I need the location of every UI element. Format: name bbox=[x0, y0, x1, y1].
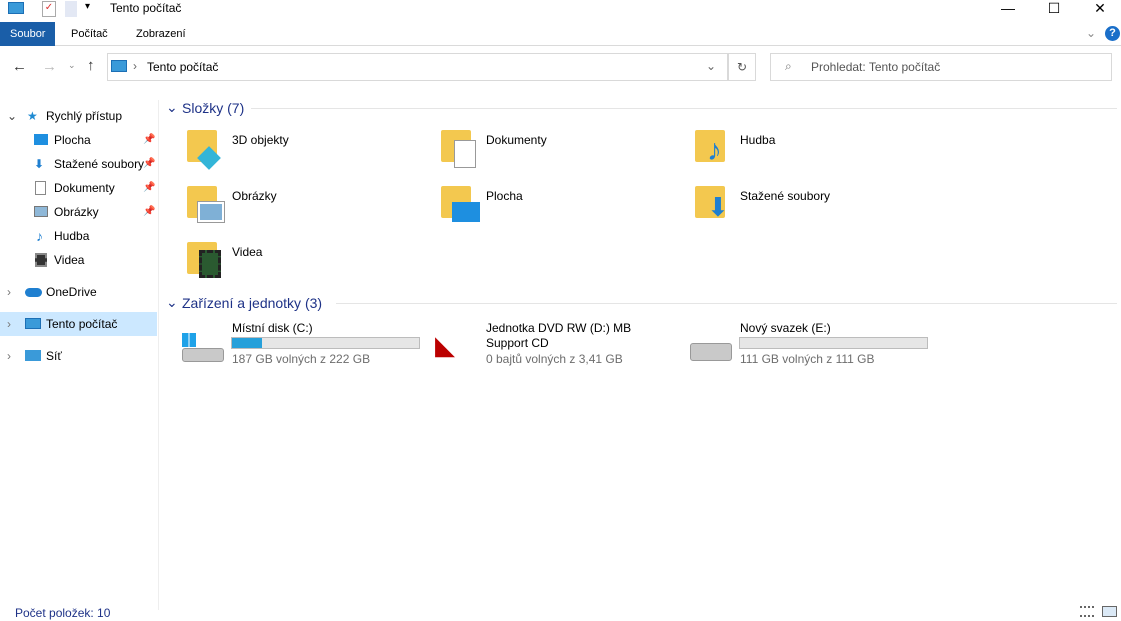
folders-heading[interactable]: Složky (7) bbox=[182, 100, 244, 116]
search-placeholder: Prohledat: Tento počítač bbox=[811, 60, 941, 74]
tab-computer[interactable]: Počítač bbox=[61, 22, 118, 46]
download-icon: ⬇ bbox=[707, 192, 729, 222]
video-icon bbox=[35, 253, 47, 267]
pin-icon[interactable]: 📌 bbox=[143, 152, 155, 176]
network-icon bbox=[25, 350, 41, 361]
document-icon bbox=[454, 140, 476, 168]
drive-usage-bar bbox=[739, 337, 928, 349]
video-icon bbox=[199, 250, 221, 278]
pin-icon[interactable]: 📌 bbox=[143, 128, 155, 152]
up-button[interactable]: ↑ bbox=[87, 57, 95, 74]
nav-onedrive[interactable]: › OneDrive bbox=[0, 280, 157, 304]
search-icon: ⌕ bbox=[785, 59, 792, 73]
cloud-icon bbox=[25, 288, 42, 297]
new-folder-icon[interactable] bbox=[65, 1, 77, 17]
pin-icon[interactable]: 📌 bbox=[143, 176, 155, 200]
tab-view[interactable]: Zobrazení bbox=[126, 22, 196, 46]
desktop-icon bbox=[34, 134, 48, 145]
nav-this-pc[interactable]: › Tento počítač bbox=[0, 312, 157, 336]
properties-icon[interactable]: ✓ bbox=[42, 1, 56, 17]
drives-heading[interactable]: Zařízení a jednotky (3) bbox=[182, 295, 322, 311]
section-toggle-icon[interactable]: ⌄ bbox=[166, 99, 178, 116]
recent-locations-button[interactable]: ⌄ bbox=[68, 60, 76, 71]
tab-file[interactable]: Soubor bbox=[0, 22, 56, 46]
forward-button[interactable]: → bbox=[42, 58, 57, 75]
star-icon: ★ bbox=[27, 109, 38, 123]
computer-icon bbox=[111, 60, 127, 72]
section-toggle-icon[interactable]: ⌄ bbox=[166, 294, 178, 311]
computer-icon bbox=[25, 318, 41, 329]
document-icon bbox=[35, 181, 46, 195]
navigation-pane: ⌄ ★ Rychlý přístup Plocha 📌 ⬇ Stažené soubor… bbox=[0, 100, 159, 610]
music-icon: ♪ bbox=[707, 134, 722, 167]
search-input[interactable]: ⌕ Prohledat: Tento počítač bbox=[770, 53, 1112, 81]
back-button[interactable]: ← bbox=[12, 58, 27, 75]
nav-quick-access[interactable]: ⌄ ★ Rychlý přístup bbox=[0, 104, 157, 128]
hard-drive-icon bbox=[690, 343, 732, 361]
nav-videos[interactable]: Videa bbox=[0, 248, 157, 272]
maximize-button[interactable]: ☐ bbox=[1031, 0, 1077, 20]
large-icons-view-button[interactable] bbox=[1102, 606, 1117, 617]
hard-drive-icon bbox=[182, 348, 224, 362]
picture-icon bbox=[197, 201, 225, 223]
close-button[interactable]: ✕ bbox=[1077, 0, 1121, 20]
address-bar[interactable]: › Tento počítač ⌄ bbox=[107, 53, 728, 81]
windows-logo-icon bbox=[182, 333, 196, 347]
nav-documents[interactable]: Dokumenty 📌 bbox=[0, 176, 157, 200]
picture-icon bbox=[34, 206, 48, 217]
help-icon[interactable]: ? bbox=[1105, 26, 1120, 41]
pin-icon[interactable]: 📌 bbox=[143, 200, 155, 224]
breadcrumb-separator-icon: › bbox=[133, 59, 137, 73]
refresh-button[interactable]: ↻ bbox=[728, 53, 756, 81]
nav-network[interactable]: › Síť bbox=[0, 344, 157, 368]
nav-downloads[interactable]: ⬇ Stažené soubory 📌 bbox=[0, 152, 157, 176]
item-count: Počet položek: 10 bbox=[15, 606, 111, 620]
details-view-button[interactable] bbox=[1080, 606, 1094, 617]
nav-desktop[interactable]: Plocha 📌 bbox=[0, 128, 157, 152]
rog-logo-icon: ◣ bbox=[435, 330, 455, 360]
minimize-button[interactable]: — bbox=[985, 0, 1031, 20]
music-icon: ♪ bbox=[36, 228, 43, 244]
nav-music[interactable]: ♪ Hudba bbox=[0, 224, 157, 248]
address-dropdown-icon[interactable]: ⌄ bbox=[706, 59, 716, 73]
expand-ribbon-icon[interactable]: ⌄ bbox=[1086, 26, 1096, 40]
drive-usage-bar bbox=[231, 337, 420, 349]
breadcrumb-item[interactable]: Tento počítač bbox=[147, 60, 218, 74]
title-bar: ✓ ▾ Tento počítač — ☐ ✕ bbox=[0, 0, 1121, 20]
computer-icon bbox=[8, 2, 24, 14]
window-title: Tento počítač bbox=[110, 1, 182, 15]
download-icon: ⬇ bbox=[34, 157, 45, 171]
customize-toolbar-icon[interactable]: ▾ bbox=[85, 1, 90, 12]
desktop-icon bbox=[452, 202, 480, 222]
nav-pictures[interactable]: Obrázky 📌 bbox=[0, 200, 157, 224]
ribbon: Soubor Počítač Zobrazení ⌄ ? bbox=[0, 22, 1121, 46]
